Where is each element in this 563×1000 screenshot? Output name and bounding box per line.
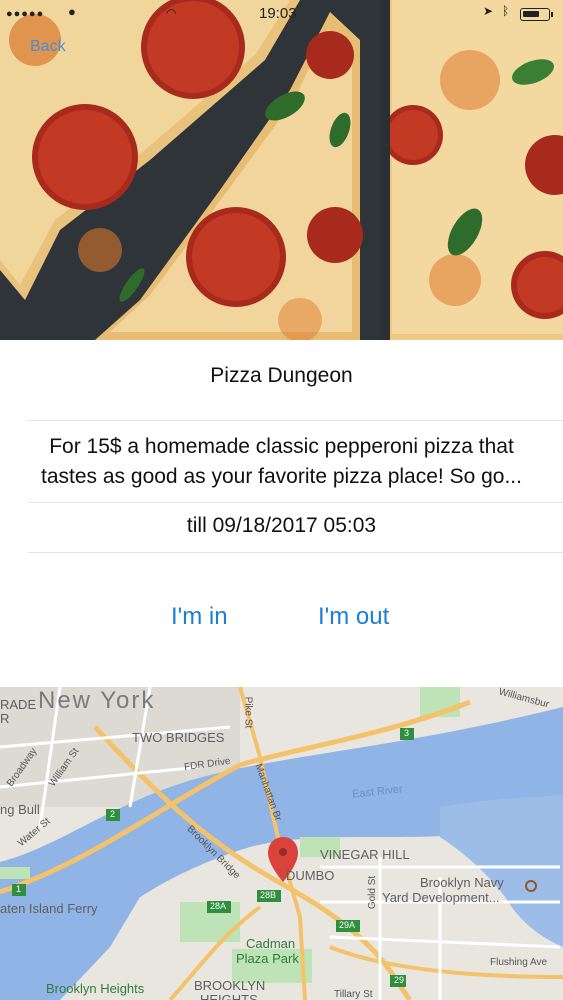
map-label: R [0, 711, 10, 726]
map-label: VINEGAR HILL [320, 847, 410, 862]
event-date: till 09/18/2017 05:03 [186, 514, 377, 537]
bluetooth-icon: ᛒ [502, 4, 510, 18]
map-label: HEIGHTS [200, 992, 258, 1000]
map-label: TWO BRIDGES [132, 730, 225, 745]
battery-icon [520, 8, 553, 21]
carrier-icon: ● [68, 4, 76, 19]
map-label: aten Island Ferry [0, 901, 98, 916]
map-label: BROOKLYN [194, 978, 266, 993]
map-label: Brooklyn Heights [46, 981, 145, 996]
highway-shield: 28A [210, 901, 227, 911]
event-description: For 15$ a homemade classic pepperoni piz… [10, 432, 553, 492]
map-label: Yard Development... [382, 890, 500, 905]
location-map[interactable]: RADE New York R TWO BRIDGES FDR Drive Ea… [0, 687, 563, 1000]
im-out-button[interactable]: I'm out [318, 603, 389, 631]
location-arrow-icon: ➤ [483, 4, 494, 18]
wifi-icon: ◠ [166, 6, 177, 20]
map-label: Tillary St [334, 989, 373, 1000]
event-photo: ●●●●● ● ◠ 19:03 ➤ ᛒ Back [0, 0, 563, 340]
map-label: Plaza Park [236, 951, 299, 966]
map-label: RADE [0, 697, 37, 712]
map-label: ng Bull [0, 802, 40, 817]
pizza-photo-graphic [0, 0, 563, 340]
map-label: Brooklyn Navy [420, 875, 504, 890]
im-in-button[interactable]: I'm in [171, 603, 228, 631]
highway-shield: 28B [260, 890, 277, 900]
highway-shield: 29 [394, 975, 405, 985]
map-label: Pike St [242, 696, 254, 729]
highway-shield: 3 [404, 728, 410, 738]
divider [28, 420, 563, 421]
highway-shield: 29A [339, 920, 356, 930]
status-time: 19:03 [259, 5, 297, 22]
divider [28, 502, 563, 503]
highway-shield: 1 [16, 884, 22, 894]
back-button[interactable]: Back [30, 38, 66, 56]
map-label: Gold St [367, 875, 379, 910]
signal-strength-icon: ●●●●● [6, 8, 45, 20]
map-label: Flushing Ave [490, 957, 548, 968]
description-line: tastes as good as your favorite pizza pl… [41, 465, 522, 488]
event-title: Pizza Dungeon [210, 364, 353, 387]
status-bar: ●●●●● ● ◠ 19:03 ➤ ᛒ [0, 0, 563, 28]
highway-shield: 2 [110, 809, 116, 819]
divider [28, 552, 563, 553]
map-label: Cadman [246, 936, 296, 951]
map-label: New York [38, 687, 156, 714]
description-line: For 15$ a homemade classic pepperoni piz… [49, 435, 514, 458]
map-label: DUMBO [286, 868, 335, 883]
